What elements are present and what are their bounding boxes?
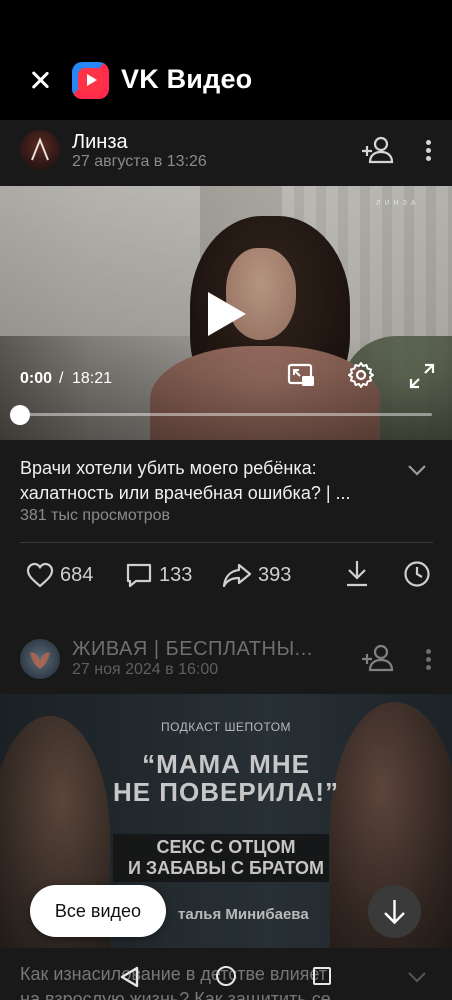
more-dot — [426, 140, 431, 145]
channel-avatar[interactable] — [20, 639, 60, 679]
thumbnail-guest-name: талья Минибаева — [178, 906, 309, 923]
post-date: 27 ноя 2024 в 16:00 — [72, 661, 219, 678]
chevron-down-icon[interactable] — [405, 460, 429, 480]
post-date: 27 августа в 13:26 — [72, 153, 207, 170]
thumbnail-headline-line: НЕ ПОВЕРИЛА!” — [112, 777, 340, 807]
like-icon — [26, 562, 54, 588]
more-vertical-icon[interactable] — [420, 138, 438, 164]
time-current: 0:00 — [20, 370, 53, 387]
time-total: 18:21 — [72, 370, 113, 387]
time-separator: / — [59, 370, 64, 387]
divider — [20, 542, 433, 543]
chevron-down-icon[interactable] — [405, 967, 429, 987]
thumbnail-caption: ПОДКАСТ ШЕПОТОМ — [160, 720, 292, 734]
app-title: VK Видео — [121, 64, 253, 94]
video-progress-bar[interactable] — [20, 413, 432, 416]
video-title-line: на взрослую жизнь? Как защитить се... — [20, 989, 346, 1000]
channel-name[interactable]: Линза — [72, 131, 128, 154]
share-count: 393 — [258, 563, 292, 586]
vk-video-logo — [72, 62, 109, 99]
all-videos-button[interactable]: Все видео — [30, 885, 166, 937]
close-icon[interactable] — [26, 66, 54, 94]
channel-avatar[interactable] — [20, 130, 60, 170]
video-title[interactable]: Врачи хотели убить моего ребёнка: халатн… — [20, 456, 390, 506]
more-dot — [426, 148, 431, 153]
post-header: Линза 27 августа в 13:26 — [0, 120, 452, 186]
nav-home-icon[interactable] — [216, 966, 236, 986]
thumbnail-subtitle-line: И ЗАБАВЫ С БРАТОМ — [127, 858, 325, 878]
add-friend-icon[interactable] — [360, 136, 394, 164]
thumbnail-headline-line: “МАМА МНЕ — [142, 749, 310, 779]
top-bar: VK Видео — [0, 0, 452, 120]
pip-icon[interactable] — [287, 363, 317, 389]
download-icon[interactable] — [344, 559, 370, 587]
video-title-line: Как изнасилование в детстве влияет — [20, 964, 328, 984]
video-watermark: ЛИНЗА — [376, 200, 420, 207]
lambda-logo-icon — [31, 137, 49, 161]
thumbnail-headline: “МАМА МНЕ НЕ ПОВЕРИЛА!” — [0, 750, 452, 806]
add-friend-icon[interactable] — [360, 644, 394, 672]
nav-recents-icon[interactable] — [313, 967, 331, 985]
comment-button[interactable]: 133 — [125, 560, 192, 590]
more-dot — [426, 156, 431, 161]
more-dot — [426, 649, 431, 654]
thumbnail-subtitle: СЕКС С ОТЦОМ И ЗАБАВЫ С БРАТОМ — [0, 837, 452, 879]
nav-back-icon[interactable] — [119, 966, 141, 988]
share-button[interactable]: 393 — [222, 560, 291, 590]
vk-video-logo-play — [78, 68, 103, 93]
app-screen: VK Видео Линза 27 августа в 13:26 ЛИНЗА … — [0, 0, 452, 1000]
next-post: ЖИВАЯ | БЕСПЛАТНЫ... 27 ноя 2024 в 16:00… — [0, 620, 452, 1000]
like-count: 684 — [60, 563, 94, 586]
video-progress-handle[interactable] — [10, 405, 30, 425]
channel-name[interactable]: ЖИВАЯ | БЕСПЛАТНЫ... — [72, 638, 313, 661]
play-icon[interactable] — [208, 292, 246, 336]
settings-icon[interactable] — [347, 361, 375, 389]
like-button[interactable]: 684 — [26, 560, 93, 590]
comment-count: 133 — [159, 563, 193, 586]
video-player[interactable]: ЛИНЗА 0:00 / 18:21 — [0, 186, 452, 440]
more-vertical-icon[interactable] — [420, 647, 438, 673]
more-dot — [426, 657, 431, 662]
video-title[interactable]: Как изнасилование в детстве влияет на вз… — [20, 962, 390, 1000]
scroll-down-button[interactable] — [368, 885, 421, 938]
fullscreen-icon[interactable] — [408, 362, 436, 390]
comment-icon — [126, 563, 152, 588]
thumbnail-subtitle-line: СЕКС С ОТЦОМ — [156, 837, 296, 857]
view-count: 381 тыс просмотров — [20, 507, 171, 524]
arrow-down-icon — [384, 900, 405, 925]
more-dot — [426, 665, 431, 670]
watch-later-icon[interactable] — [403, 560, 431, 588]
channel-logo-icon — [30, 652, 50, 669]
share-icon — [222, 563, 252, 588]
